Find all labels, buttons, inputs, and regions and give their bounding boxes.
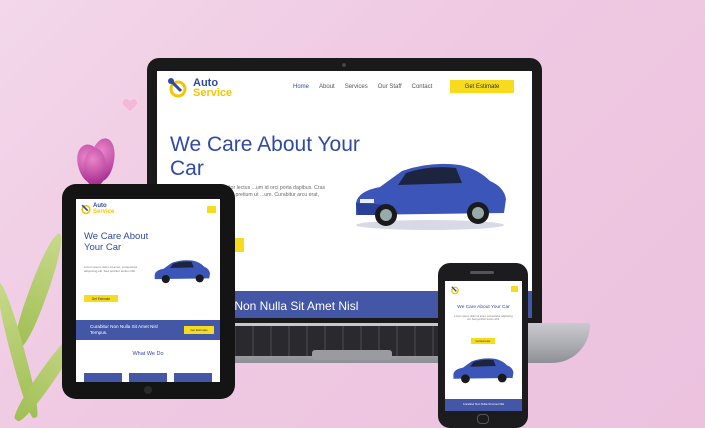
tablet-band-button[interactable]: Get Estimate <box>184 326 214 334</box>
phone-car-image <box>453 358 514 384</box>
phone-band-text: Curabitur Non Nulla Sit Amet Nisl <box>462 402 505 406</box>
tablet-screen: Auto Service We Care About Your Car Lore… <box>76 199 220 382</box>
tablet-band: Curabitur Non Nulla Sit Amet Nisl Tempus… <box>76 320 220 340</box>
wrench-icon <box>168 78 187 98</box>
phone-speaker <box>470 271 494 274</box>
nav-item-our-staff[interactable]: Our Staff <box>378 84 402 90</box>
tablet-service-card <box>129 373 167 382</box>
get-estimate-button[interactable]: Get Estimate <box>450 80 514 93</box>
phone-band: Curabitur Non Nulla Sit Amet Nisl <box>445 399 522 411</box>
site-logo[interactable]: Auto Service <box>167 77 232 99</box>
phone-estimate-button[interactable]: Get Estimate <box>471 338 495 344</box>
phone-home-button <box>477 414 489 424</box>
tablet-hero-body: Lorem ipsum dolor sit amet, consectetur … <box>84 265 138 273</box>
tablet-estimate-label: Get Estimate <box>91 296 111 301</box>
nav-item-about[interactable]: About <box>319 84 335 90</box>
hamburger-menu-icon[interactable] <box>207 206 216 213</box>
laptop-camera <box>342 63 346 67</box>
heart-decoration <box>121 98 139 113</box>
phone-estimate-label: Get Estimate <box>475 339 491 343</box>
phone-screen: We Care About Your Car Lorem ipsum dolor… <box>445 281 522 411</box>
tablet-service-card <box>84 373 122 382</box>
nav-item-home[interactable]: Home <box>293 84 309 90</box>
tablet-home-button <box>144 386 152 394</box>
logo-text-line2: Service <box>193 87 233 99</box>
tablet-hero-title: We Care About Your Car <box>84 231 149 253</box>
car-image <box>356 163 506 230</box>
wrench-icon <box>81 204 91 215</box>
phone-hero-title: We Care About Your Car <box>457 305 510 310</box>
tablet-logo-line2: Service <box>93 209 115 215</box>
nav-item-contact[interactable]: Contact <box>412 84 433 90</box>
phone-hero-body: Lorem ipsum dolor sit amet, consectetur … <box>454 315 513 322</box>
tablet-section-title: What We Do <box>132 351 164 357</box>
tablet-car-image <box>154 260 210 284</box>
wrench-icon <box>451 286 459 295</box>
band-text: ...r Non Nulla Sit Amet Nisl <box>217 299 359 313</box>
tablet-band-button-label: Get Estimate <box>190 328 208 332</box>
hero-title: We Care About Your Car <box>170 133 360 180</box>
tablet-band-text: Curabitur Non Nulla Sit Amet Nisl Tempus… <box>90 324 158 335</box>
main-nav: Home About Services Our Staff Contact <box>293 84 432 90</box>
tablet-estimate-button[interactable]: Get Estimate <box>84 295 118 302</box>
nav-item-services[interactable]: Services <box>345 84 368 90</box>
hamburger-menu-icon[interactable] <box>511 286 518 292</box>
tablet-service-card <box>174 373 212 382</box>
laptop-trackpad <box>312 350 392 360</box>
